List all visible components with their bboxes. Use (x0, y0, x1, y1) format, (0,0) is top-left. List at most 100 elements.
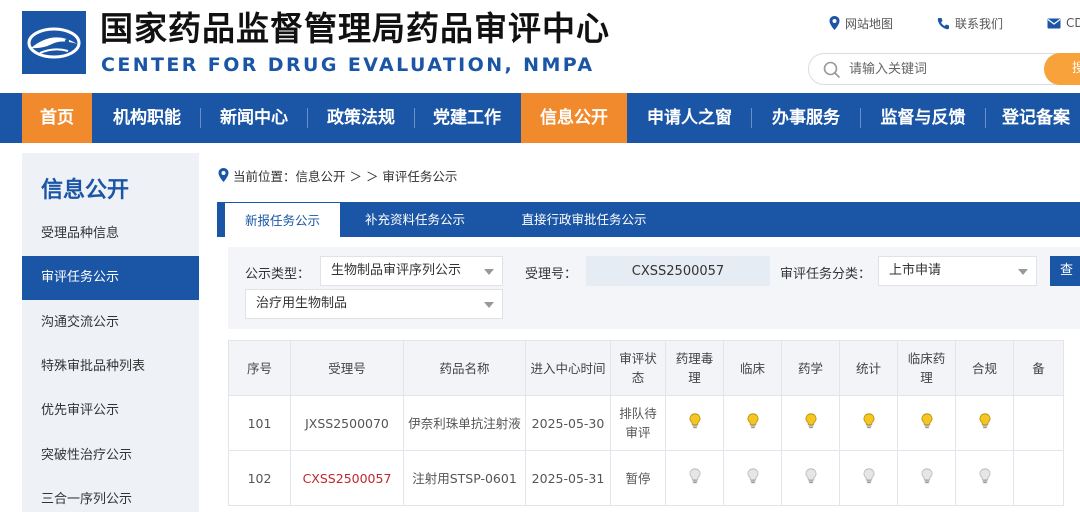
phone-icon (937, 17, 949, 29)
pharmacy-cell (781, 395, 840, 451)
nav-item-info-disclosure[interactable]: 信息公开 (521, 93, 627, 143)
cde-logo[interactable] (22, 11, 86, 74)
lightbulb-icon (920, 412, 933, 434)
status-cell: 暂停 (610, 450, 666, 506)
column-header: 统计 (839, 340, 898, 396)
statistics-cell (839, 450, 898, 506)
drug-name-cell: 伊奈利珠单抗注射液 (403, 395, 526, 451)
sidebar-item-special-approval[interactable]: 特殊审批品种列表 (22, 345, 199, 389)
search-button[interactable]: 搜 (1044, 53, 1080, 85)
pharm-tox-cell (665, 395, 724, 451)
column-header: 药理毒理 (665, 340, 724, 396)
type-select[interactable]: 生物制品审评序列公示 (320, 256, 503, 286)
clinical-pharm-cell (897, 450, 956, 506)
chevron-down-icon (1018, 269, 1028, 275)
search-input[interactable] (849, 59, 1039, 79)
accept-no-cell[interactable]: CXSS2500057 (290, 450, 404, 506)
clinical-cell (723, 395, 782, 451)
contact-us-link[interactable]: 联系我们 (937, 13, 1003, 33)
accept-no-input[interactable] (586, 256, 770, 286)
nav-item-functions[interactable]: 机构职能 (94, 93, 200, 143)
contact-us-label: 联系我们 (955, 16, 1004, 31)
sidebar-item-three-in-one[interactable]: 三合一序列公示 (22, 478, 199, 512)
task-tabs: 新报任务公示 补充资料任务公示 直接行政审批任务公示 (217, 202, 1080, 237)
nav-item-news[interactable]: 新闻中心 (201, 93, 307, 143)
column-header: 审评状态 (610, 340, 666, 396)
nav-item-registration[interactable]: 登记备案 (986, 93, 1080, 143)
table-row: 101 JXSS2500070 伊奈利珠单抗注射液 2025-05-30 排队待… (228, 395, 1064, 451)
row-number: 101 (228, 395, 291, 451)
sidebar: 信息公开 受理品种信息 审评任务公示 沟通交流公示 特殊审批品种列表 优先审评公… (22, 153, 199, 512)
column-header: 临床 (723, 340, 782, 396)
nav-item-home[interactable]: 首页 (22, 93, 92, 143)
breadcrumb: 当前位置：信息公开 ＞ ＞ 审评任务公示 (218, 166, 457, 184)
table-row: 102 CXSS2500057 注射用STSP-0601 2025-05-31 … (228, 450, 1064, 506)
nav-item-feedback[interactable]: 监督与反馈 (861, 93, 985, 143)
chevron-down-icon (484, 269, 494, 275)
lightbulb-icon (688, 467, 701, 489)
entry-date-cell: 2025-05-31 (525, 450, 611, 506)
lightbulb-icon (688, 412, 701, 434)
compliance-cell (955, 395, 1014, 451)
pharm-tox-cell (665, 450, 724, 506)
clinical-cell (723, 450, 782, 506)
column-header: 临床药理 (897, 340, 956, 396)
subtype-select-value: 治疗用生物制品 (256, 296, 348, 311)
column-header: 备 (1013, 340, 1064, 396)
type-select-value: 生物制品审评序列公示 (331, 263, 462, 278)
lightbulb-icon (920, 467, 933, 489)
compliance-cell (955, 450, 1014, 506)
column-header: 药品名称 (403, 340, 526, 396)
review-task-table: 序号 受理号 药品名称 进入中心时间 审评状态 药理毒理 临床 药学 统计 临床… (228, 340, 1064, 506)
drug-name-cell: 注射用STSP-0601 (403, 450, 526, 506)
column-header: 序号 (228, 340, 291, 396)
sidebar-item-accepted-varieties[interactable]: 受理品种信息 (22, 212, 199, 256)
notes-cell (1013, 450, 1064, 506)
site-map-link[interactable]: 网站地图 (829, 13, 893, 33)
pharmacy-cell (781, 450, 840, 506)
lightbulb-icon (804, 467, 817, 489)
accept-no-cell[interactable]: JXSS2500070 (290, 395, 404, 451)
lightbulb-icon (978, 412, 991, 434)
column-header: 受理号 (290, 340, 404, 396)
table-header-row: 序号 受理号 药品名称 进入中心时间 审评状态 药理毒理 临床 药学 统计 临床… (228, 340, 1064, 396)
category-select-value: 上市申请 (889, 263, 942, 278)
clinical-pharm-cell (897, 395, 956, 451)
notes-cell (1013, 395, 1064, 451)
accept-no-label: 受理号： (525, 267, 578, 282)
site-subtitle: CENTER FOR DRUG EVALUATION, NMPA (101, 54, 595, 76)
column-header: 进入中心时间 (525, 340, 611, 396)
site-header: 国家药品监督管理局药品审评中心 CENTER FOR DRUG EVALUATI… (0, 0, 1080, 93)
nav-item-services[interactable]: 办事服务 (752, 93, 860, 143)
cde-mail-link[interactable]: CD (1047, 13, 1080, 33)
sidebar-item-review-tasks[interactable]: 审评任务公示 (22, 256, 199, 300)
nav-item-policies[interactable]: 政策法规 (308, 93, 414, 143)
nav-item-party[interactable]: 党建工作 (415, 93, 519, 143)
sidebar-item-communication[interactable]: 沟通交流公示 (22, 301, 199, 345)
tab-direct-approval-tasks[interactable]: 直接行政审批任务公示 (503, 202, 665, 237)
lightbulb-icon (804, 412, 817, 434)
subtype-select[interactable]: 治疗用生物制品 (245, 289, 503, 319)
lightbulb-icon (746, 412, 759, 434)
status-cell: 排队待审评 (610, 395, 666, 451)
sidebar-item-priority-review[interactable]: 优先审评公示 (22, 389, 199, 433)
nav-item-applicant-window[interactable]: 申请人之窗 (630, 93, 749, 143)
sidebar-item-breakthrough[interactable]: 突破性治疗公示 (22, 434, 199, 478)
lightbulb-icon (862, 467, 875, 489)
column-header: 药学 (781, 340, 840, 396)
site-map-label: 网站地图 (845, 16, 894, 31)
category-label: 审评任务分类： (780, 267, 872, 282)
location-pin-icon (829, 16, 840, 30)
query-button[interactable]: 查 (1050, 256, 1080, 286)
breadcrumb-text: 当前位置：信息公开 ＞ ＞ 审评任务公示 (233, 168, 458, 184)
cde-mail-label: CD (1066, 16, 1080, 30)
row-number: 102 (228, 450, 291, 506)
tab-supplement-tasks[interactable]: 补充资料任务公示 (355, 202, 475, 237)
lightbulb-icon (978, 467, 991, 489)
category-select[interactable]: 上市申请 (878, 256, 1037, 286)
lightbulb-icon (746, 467, 759, 489)
sidebar-title: 信息公开 (41, 178, 130, 203)
lightbulb-icon (862, 412, 875, 434)
tab-new-tasks[interactable]: 新报任务公示 (225, 203, 340, 237)
entry-date-cell: 2025-05-30 (525, 395, 611, 451)
